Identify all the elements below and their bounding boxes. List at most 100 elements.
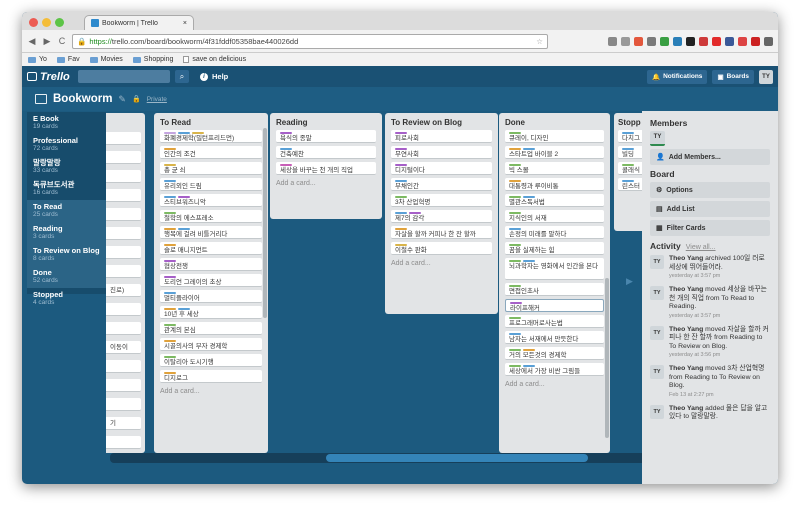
- card[interactable]: [106, 170, 141, 183]
- card[interactable]: 건축예찬: [276, 146, 376, 159]
- address-bar[interactable]: 🔒 https://trello.com/board/bookworm/4f31…: [72, 33, 548, 49]
- list-title[interactable]: Reading: [270, 113, 382, 130]
- forward-button[interactable]: ▶: [42, 36, 52, 47]
- card[interactable]: [106, 398, 141, 411]
- list-overview-item[interactable]: Stopped 4 cards: [27, 288, 106, 310]
- back-button[interactable]: ◀: [27, 36, 37, 47]
- card[interactable]: 총 균 쇠: [160, 162, 262, 175]
- extension-icon[interactable]: [764, 36, 773, 46]
- card[interactable]: 거의 모든것의 경제학: [505, 347, 604, 360]
- card[interactable]: 스타트업 바이블 2: [505, 146, 604, 159]
- help-link[interactable]: i Help: [200, 72, 228, 81]
- card[interactable]: 무연사회: [391, 146, 492, 159]
- list-overview-item[interactable]: 독큐브도서관 16 cards: [27, 178, 106, 200]
- card[interactable]: 10년 후 세상: [160, 306, 262, 319]
- add-card-link[interactable]: Add a card...: [499, 379, 610, 390]
- card[interactable]: 세상을 바꾸는 천 개의 직업: [276, 162, 376, 175]
- card[interactable]: 면접인초사: [505, 283, 604, 296]
- minimize-window-button[interactable]: [42, 18, 51, 27]
- extension-icon[interactable]: [686, 36, 695, 46]
- extension-icon[interactable]: [725, 36, 734, 46]
- card[interactable]: 이철수 판화: [391, 242, 492, 255]
- add-list-button[interactable]: ▤ Add List: [650, 201, 770, 217]
- card[interactable]: 화폐경제학(밀턴프리드먼): [160, 130, 262, 143]
- card[interactable]: 대통령과 루이비통: [505, 178, 604, 191]
- bookmark-save-on-delicious[interactable]: save on delicious: [183, 56, 246, 63]
- list-title[interactable]: Done: [499, 113, 610, 130]
- bookmark-movies[interactable]: Movies: [89, 56, 123, 63]
- card[interactable]: 슬로 매니지먼트: [160, 242, 262, 255]
- list-overview-item[interactable]: Professional 72 cards: [27, 134, 106, 156]
- card[interactable]: [106, 360, 141, 373]
- filter-cards-button[interactable]: ▦ Filter Cards: [650, 220, 770, 236]
- card[interactable]: [106, 436, 141, 449]
- card[interactable]: [106, 189, 141, 202]
- extension-icon[interactable]: [699, 36, 708, 46]
- card[interactable]: [106, 265, 141, 278]
- card[interactable]: [106, 322, 141, 335]
- card[interactable]: [106, 379, 141, 392]
- card[interactable]: 린스터: [618, 178, 642, 191]
- card[interactable]: 큐레이, 디자인: [505, 130, 604, 143]
- card[interactable]: 관계의 본심: [160, 322, 262, 335]
- bookmark-fav[interactable]: Fav: [56, 56, 80, 63]
- card[interactable]: [106, 208, 141, 221]
- card[interactable]: 손정의 미래를 말하다: [505, 226, 604, 239]
- privacy-link[interactable]: Private: [147, 96, 167, 103]
- card[interactable]: 도리언 그레이의 초상: [160, 274, 262, 287]
- card[interactable]: 프로그래머로사는법: [505, 315, 604, 328]
- list-overview-item[interactable]: Reading 3 cards: [27, 222, 106, 244]
- extension-icon[interactable]: [712, 36, 721, 46]
- bookmark-shopping[interactable]: Shopping: [132, 56, 173, 63]
- card[interactable]: 빅 스몰: [505, 162, 604, 175]
- activity-user[interactable]: Theo Yang: [669, 255, 703, 262]
- activity-user[interactable]: Theo Yang: [669, 326, 703, 333]
- board-title[interactable]: Bookworm: [53, 93, 112, 105]
- card[interactable]: 인간의 조건: [160, 146, 262, 159]
- card[interactable]: 시골의사의 부자 경제학: [160, 338, 262, 351]
- card[interactable]: 별관스독서법: [505, 194, 604, 207]
- list-overview-item[interactable]: Done 52 cards: [27, 266, 106, 288]
- activity-avatar[interactable]: TY: [650, 286, 664, 300]
- add-card-link[interactable]: Add a card...: [270, 178, 382, 189]
- card[interactable]: [106, 151, 141, 164]
- search-button[interactable]: ⌕: [175, 70, 189, 83]
- card[interactable]: 기: [106, 417, 141, 430]
- card[interactable]: 멀티플라이어: [160, 290, 262, 303]
- card[interactable]: 자살을 할까 커피나 한 잔 할까: [391, 226, 492, 239]
- bookmark-yo[interactable]: Yo: [28, 56, 47, 63]
- extension-icon[interactable]: [634, 36, 643, 46]
- search-input[interactable]: [78, 70, 170, 83]
- card[interactable]: 진로): [106, 284, 141, 297]
- star-icon[interactable]: ☆: [536, 37, 543, 46]
- card[interactable]: [106, 132, 141, 145]
- card[interactable]: 남자는 서재에서 만듯한다: [505, 331, 604, 344]
- close-window-button[interactable]: [29, 18, 38, 27]
- card[interactable]: 협상전쟁: [160, 258, 262, 271]
- list-title[interactable]: Stopp: [614, 113, 642, 130]
- card[interactable]: 철학의 에스프레소: [160, 210, 262, 223]
- list-overview-item[interactable]: To Review on Blog 8 cards: [27, 244, 106, 266]
- activity-avatar[interactable]: TY: [650, 255, 664, 269]
- card[interactable]: 이탈리아 도시기행: [160, 354, 262, 367]
- browser-tab[interactable]: Bookworm | Trello ×: [84, 15, 194, 30]
- card[interactable]: 제7의 감각: [391, 210, 492, 223]
- add-card-link[interactable]: Add a card...: [385, 258, 498, 269]
- activity-avatar[interactable]: TY: [650, 404, 664, 419]
- boards-button[interactable]: ▣ Boards: [712, 69, 754, 84]
- add-members-button[interactable]: 👤 Add Members...: [650, 149, 770, 165]
- card[interactable]: 부채인간: [391, 178, 492, 191]
- activity-user[interactable]: Theo Yang: [669, 365, 703, 372]
- reload-button[interactable]: C: [57, 36, 67, 46]
- card[interactable]: 콜래식: [618, 162, 642, 175]
- list-title[interactable]: To Read: [154, 113, 268, 130]
- extension-icon[interactable]: [751, 36, 760, 46]
- card[interactable]: [106, 227, 141, 240]
- extension-icon[interactable]: [738, 36, 747, 46]
- board-horizontal-scrollbar[interactable]: [110, 453, 660, 463]
- close-tab-icon[interactable]: ×: [183, 20, 187, 27]
- trello-logo[interactable]: Trello: [27, 71, 71, 83]
- scrollbar-thumb[interactable]: [326, 454, 588, 462]
- user-avatar[interactable]: TY: [759, 69, 773, 84]
- card[interactable]: 유리외인 드림: [160, 178, 262, 191]
